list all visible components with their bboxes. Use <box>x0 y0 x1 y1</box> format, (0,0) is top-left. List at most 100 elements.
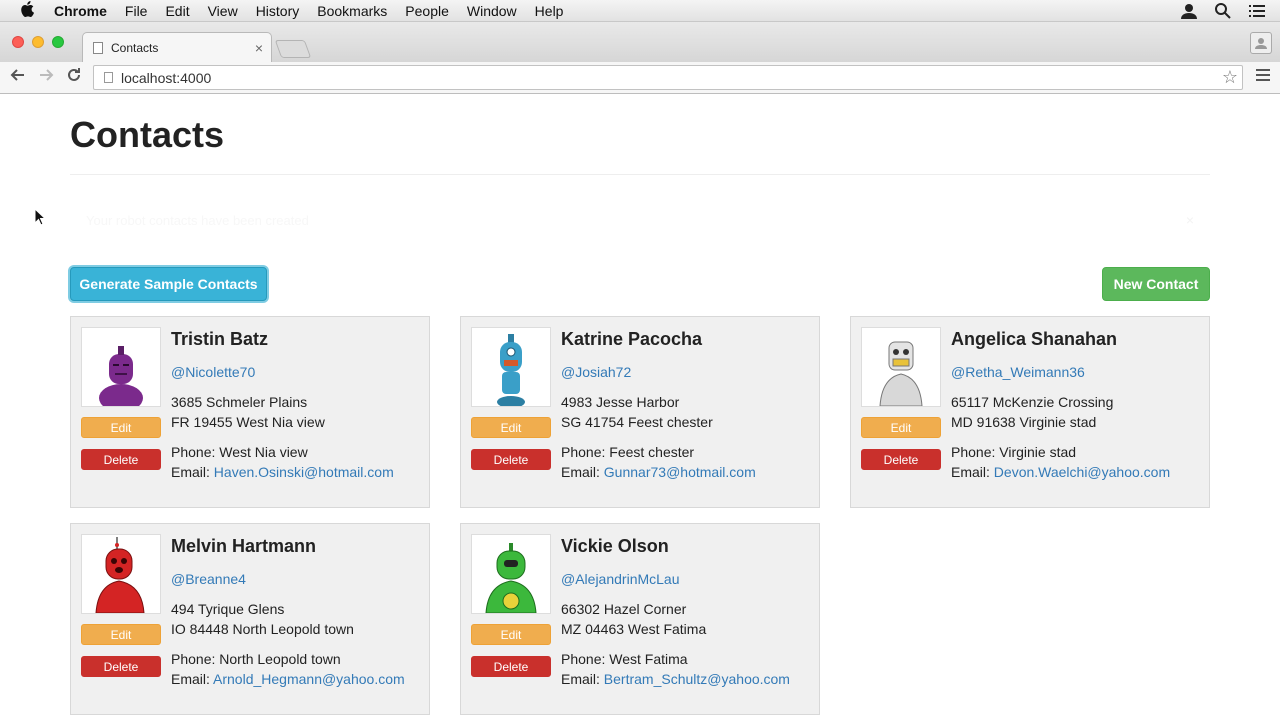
contact-address-line2: MD 91638 Virginie stad <box>951 414 1097 430</box>
email-link[interactable]: Devon.Waelchi@yahoo.com <box>994 464 1170 480</box>
contact-card: Edit Delete Angelica Shanahan @Retha_Wei… <box>850 316 1210 508</box>
delete-button[interactable]: Delete <box>471 656 551 677</box>
contact-handle-link[interactable]: @Josiah72 <box>561 364 631 380</box>
macos-menubar: Chrome File Edit View History Bookmarks … <box>0 0 1280 22</box>
contact-handle-link[interactable]: @Breanne4 <box>171 571 246 587</box>
menu-window[interactable]: Window <box>467 3 517 19</box>
contact-address-line1: 66302 Hazel Corner <box>561 601 687 617</box>
delete-button[interactable]: Delete <box>471 449 551 470</box>
contact-name: Tristin Batz <box>171 329 269 349</box>
forward-arrow-icon[interactable] <box>36 67 56 87</box>
email-link[interactable]: Arnold_Hegmann@yahoo.com <box>213 671 405 687</box>
hamburger-menu-icon[interactable] <box>1256 69 1270 85</box>
profile-icon[interactable] <box>1250 32 1272 54</box>
address-bar[interactable]: localhost:4000 ☆ <box>93 65 1243 90</box>
edit-button[interactable]: Edit <box>471 624 551 645</box>
delete-button[interactable]: Delete <box>861 449 941 470</box>
menu-view[interactable]: View <box>208 3 238 19</box>
contact-card: Edit Delete Tristin Batz @Nicolette70 36… <box>70 316 430 508</box>
phone-value: Feest chester <box>609 444 695 460</box>
contact-card: Edit Delete Katrine Pacocha @Josiah72 49… <box>460 316 820 508</box>
window-close-button[interactable] <box>12 36 24 48</box>
page-title: Contacts <box>70 114 225 155</box>
contact-address-line2: IO 84448 North Leopold town <box>171 621 354 637</box>
edit-button[interactable]: Edit <box>471 417 551 438</box>
email-label: Email: <box>561 671 604 687</box>
avatar <box>471 534 551 614</box>
alert-message: Your robot contacts have been created <box>86 213 309 228</box>
contact-card: Edit Delete Vickie Olson @AlejandrinMcLa… <box>460 523 820 715</box>
contact-email: Email: Devon.Waelchi@yahoo.com <box>951 464 1170 480</box>
email-link[interactable]: Bertram_Schultz@yahoo.com <box>604 671 790 687</box>
menu-help[interactable]: Help <box>535 3 564 19</box>
tab-title: Contacts <box>111 40 159 55</box>
tab-close-icon[interactable]: × <box>255 40 263 56</box>
menu-history[interactable]: History <box>256 3 300 19</box>
alert-close-icon[interactable]: × <box>1186 212 1194 228</box>
phone-value: North Leopold town <box>219 651 341 667</box>
mouse-cursor-icon <box>34 207 47 231</box>
contact-email: Email: Arnold_Hegmann@yahoo.com <box>171 671 405 687</box>
new-tab-button[interactable] <box>274 40 312 58</box>
contact-name: Vickie Olson <box>561 536 669 556</box>
reload-icon[interactable] <box>64 67 84 87</box>
contact-phone: Phone: Feest chester <box>561 444 694 460</box>
robot-avatar-icon <box>879 341 923 406</box>
window-minimize-button[interactable] <box>32 36 44 48</box>
email-label: Email: <box>171 464 214 480</box>
edit-button[interactable]: Edit <box>81 624 161 645</box>
browser-toolbar: localhost:4000 ☆ <box>0 62 1280 94</box>
contact-name: Melvin Hartmann <box>171 536 317 556</box>
avatar <box>81 327 161 407</box>
phone-label: Phone: <box>561 651 610 667</box>
url-text[interactable]: localhost:4000 <box>121 70 211 86</box>
contact-address-line2: MZ 04463 West Fatima <box>561 621 707 637</box>
contact-handle-link[interactable]: @Retha_Weimann36 <box>951 364 1085 380</box>
star-icon[interactable]: ☆ <box>1222 67 1238 88</box>
email-link[interactable]: Haven.Osinski@hotmail.com <box>214 464 394 480</box>
user-icon[interactable] <box>1180 2 1198 20</box>
menu-chrome[interactable]: Chrome <box>54 3 107 19</box>
apple-icon[interactable] <box>20 0 38 21</box>
menubar-status-icons <box>1180 2 1266 20</box>
contact-handle-link[interactable]: @AlejandrinMcLau <box>561 571 680 587</box>
page-icon <box>93 41 103 54</box>
email-label: Email: <box>951 464 994 480</box>
search-icon[interactable] <box>1214 2 1232 20</box>
contact-name: Angelica Shanahan <box>951 329 1118 349</box>
new-contact-button[interactable]: New Contact <box>1102 267 1210 301</box>
menu-bookmarks[interactable]: Bookmarks <box>317 3 387 19</box>
phone-label: Phone: <box>951 444 1000 460</box>
tab-contacts[interactable]: Contacts × <box>82 32 272 62</box>
menu-people[interactable]: People <box>405 3 449 19</box>
delete-button[interactable]: Delete <box>81 656 161 677</box>
avatar <box>861 327 941 407</box>
contact-address-line2: FR 19455 West Nia view <box>171 414 325 430</box>
delete-button[interactable]: Delete <box>81 449 161 470</box>
contact-email: Email: Gunnar73@hotmail.com <box>561 464 756 480</box>
list-icon[interactable] <box>1248 2 1266 20</box>
phone-label: Phone: <box>171 651 220 667</box>
edit-button[interactable]: Edit <box>81 417 161 438</box>
robot-avatar-icon <box>485 543 537 613</box>
email-link[interactable]: Gunnar73@hotmail.com <box>604 464 756 480</box>
contact-card: Edit Delete Melvin Hartmann @Breanne4 49… <box>70 523 430 715</box>
page-icon <box>104 72 113 83</box>
contact-phone: Phone: West Nia view <box>171 444 308 460</box>
contact-phone: Phone: West Fatima <box>561 651 688 667</box>
generate-sample-contacts-button[interactable]: Generate Sample Contacts <box>70 267 267 301</box>
contact-address-line1: 3685 Schmeler Plains <box>171 394 308 410</box>
flash-alert: Your robot contacts have been created × <box>70 204 1210 238</box>
back-arrow-icon[interactable] <box>8 67 28 87</box>
phone-label: Phone: <box>561 444 610 460</box>
contact-address-line2: SG 41754 Feest chester <box>561 414 713 430</box>
contact-address-line1: 65117 McKenzie Crossing <box>951 394 1114 410</box>
phone-value: Virginie stad <box>999 444 1077 460</box>
menu-file[interactable]: File <box>125 3 148 19</box>
contact-phone: Phone: North Leopold town <box>171 651 341 667</box>
avatar <box>81 534 161 614</box>
edit-button[interactable]: Edit <box>861 417 941 438</box>
menu-edit[interactable]: Edit <box>165 3 189 19</box>
window-zoom-button[interactable] <box>52 36 64 48</box>
contact-handle-link[interactable]: @Nicolette70 <box>171 364 255 380</box>
